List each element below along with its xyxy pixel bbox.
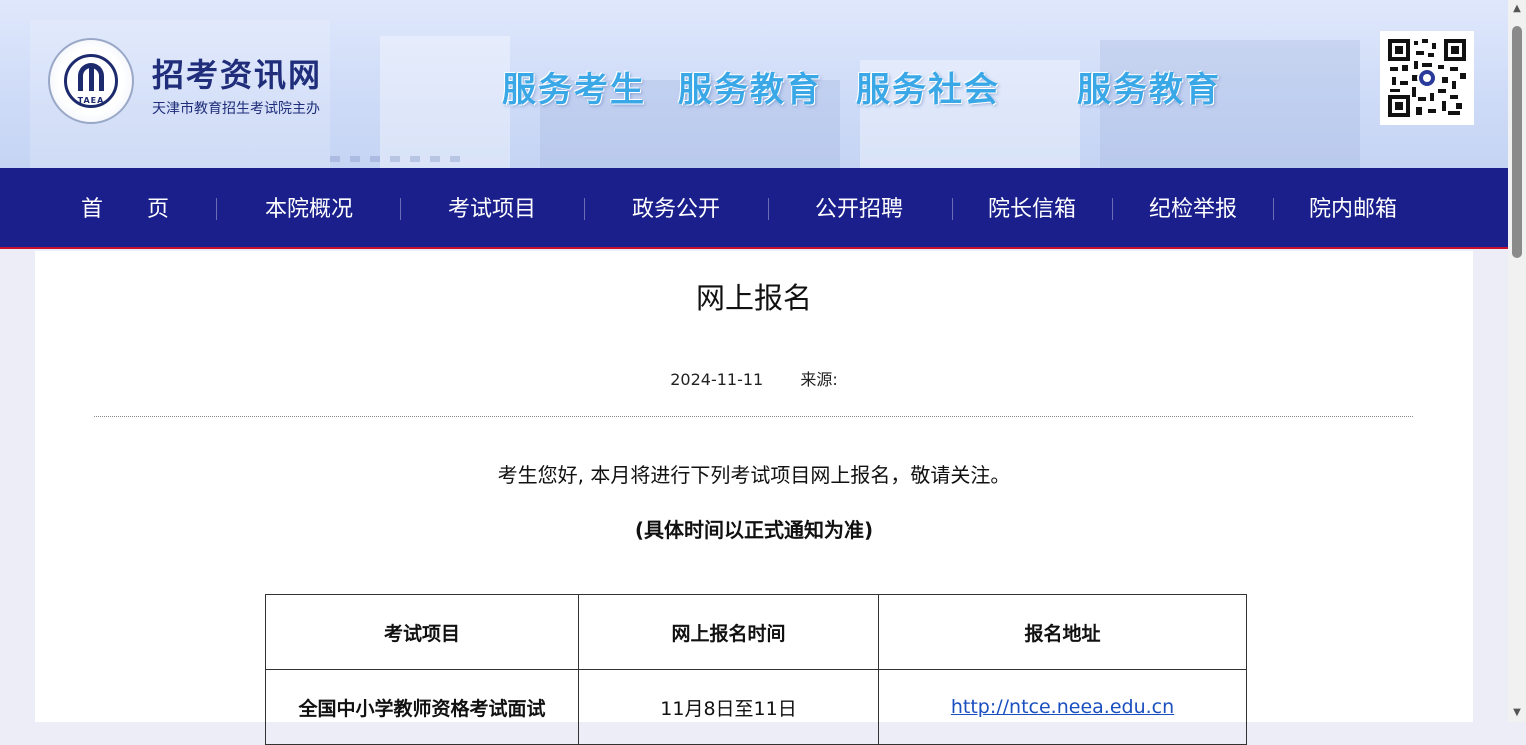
logo-text: TAEA [77, 96, 105, 105]
site-logo[interactable]: TAEA [48, 38, 134, 124]
banner-window [410, 156, 420, 162]
main-nav: 首 页 本院概况 考试项目 政务公开 公开招聘 院长信箱 纪检举报 院内邮箱 [0, 168, 1508, 249]
table-row: 全国中小学教师资格考试面试 11月8日至11日 http://ntce.neea… [265, 669, 1247, 745]
slogan-serve-education-2: 服务教育 [1077, 70, 1221, 110]
qr-code-icon [1380, 31, 1474, 125]
cell-project: 全国中小学教师资格考试面试 [265, 669, 579, 745]
nav-item-director-mailbox[interactable]: 院长信箱 [967, 168, 1097, 249]
banner-window [430, 156, 440, 162]
banner-building [380, 36, 510, 168]
article-intro: 考生您好, 本月将进行下列考试项目网上报名，敬请关注。 [497, 463, 1011, 487]
cell-url: http://ntce.neea.edu.cn [878, 669, 1247, 745]
column-header-time: 网上报名时间 [578, 594, 879, 670]
qr-code-graphic [1386, 37, 1468, 119]
nav-item-about[interactable]: 本院概况 [244, 168, 374, 249]
nav-item-report[interactable]: 纪检举报 [1128, 168, 1258, 249]
vertical-scrollbar[interactable]: ▲ ▼ [1508, 0, 1526, 722]
nav-separator [584, 198, 585, 220]
column-header-project: 考试项目 [265, 594, 579, 670]
banner-window [450, 156, 460, 162]
article-date: 2024-11-11 [670, 370, 764, 389]
scrollbar-thumb[interactable] [1512, 26, 1522, 258]
banner-window [390, 156, 400, 162]
nav-separator [400, 198, 401, 220]
article-meta: 2024-11-11 来源: [35, 366, 1473, 390]
article-container: 网上报名 2024-11-11 来源: 考生您好, 本月将进行下列考试项目网上报… [35, 251, 1473, 745]
nav-separator [952, 198, 953, 220]
table-header-row: 考试项目 网上报名时间 报名地址 [265, 594, 1247, 670]
site-title[interactable]: 招考资讯网 [152, 50, 322, 96]
nav-separator [1273, 198, 1274, 220]
nav-separator [216, 198, 217, 220]
slogan-serve-society: 服务社会 [856, 70, 1000, 110]
nav-separator [768, 198, 769, 220]
header-banner: TAEA 招考资讯网 天津市教育招生考试院主办 服务考生 服务教育 服务社会 服… [0, 0, 1508, 168]
slogan-serve-education: 服务教育 [678, 70, 822, 110]
registration-link[interactable]: http://ntce.neea.edu.cn [951, 696, 1174, 718]
banner-window [350, 156, 360, 162]
logo-glyph-stem [89, 67, 94, 91]
scroll-up-arrow-icon[interactable]: ▲ [1508, 0, 1526, 18]
site-subtitle: 天津市教育招生考试院主办 [152, 101, 320, 117]
column-header-url: 报名地址 [878, 594, 1247, 670]
banner-window [370, 156, 380, 162]
scroll-down-arrow-icon[interactable]: ▼ [1508, 704, 1526, 722]
nav-item-public-affairs[interactable]: 政务公开 [611, 168, 741, 249]
article-title: 网上报名 [695, 281, 812, 315]
banner-window [330, 156, 340, 162]
article-source-label: 来源: [800, 370, 838, 389]
nav-item-exams[interactable]: 考试项目 [427, 168, 557, 249]
slogan-serve-students: 服务考生 [502, 70, 646, 110]
nav-item-home[interactable]: 首 页 [60, 168, 190, 249]
nav-separator [1112, 198, 1113, 220]
article-note: (具体时间以正式通知为准) [634, 518, 874, 542]
nav-item-internal-mail[interactable]: 院内邮箱 [1288, 168, 1418, 249]
cell-time: 11月8日至11日 [578, 669, 879, 745]
exam-registration-table: 考试项目 网上报名时间 报名地址 全国中小学教师资格考试面试 11月8日至11日… [265, 594, 1247, 745]
article-divider [94, 416, 1413, 417]
nav-item-recruitment[interactable]: 公开招聘 [794, 168, 924, 249]
